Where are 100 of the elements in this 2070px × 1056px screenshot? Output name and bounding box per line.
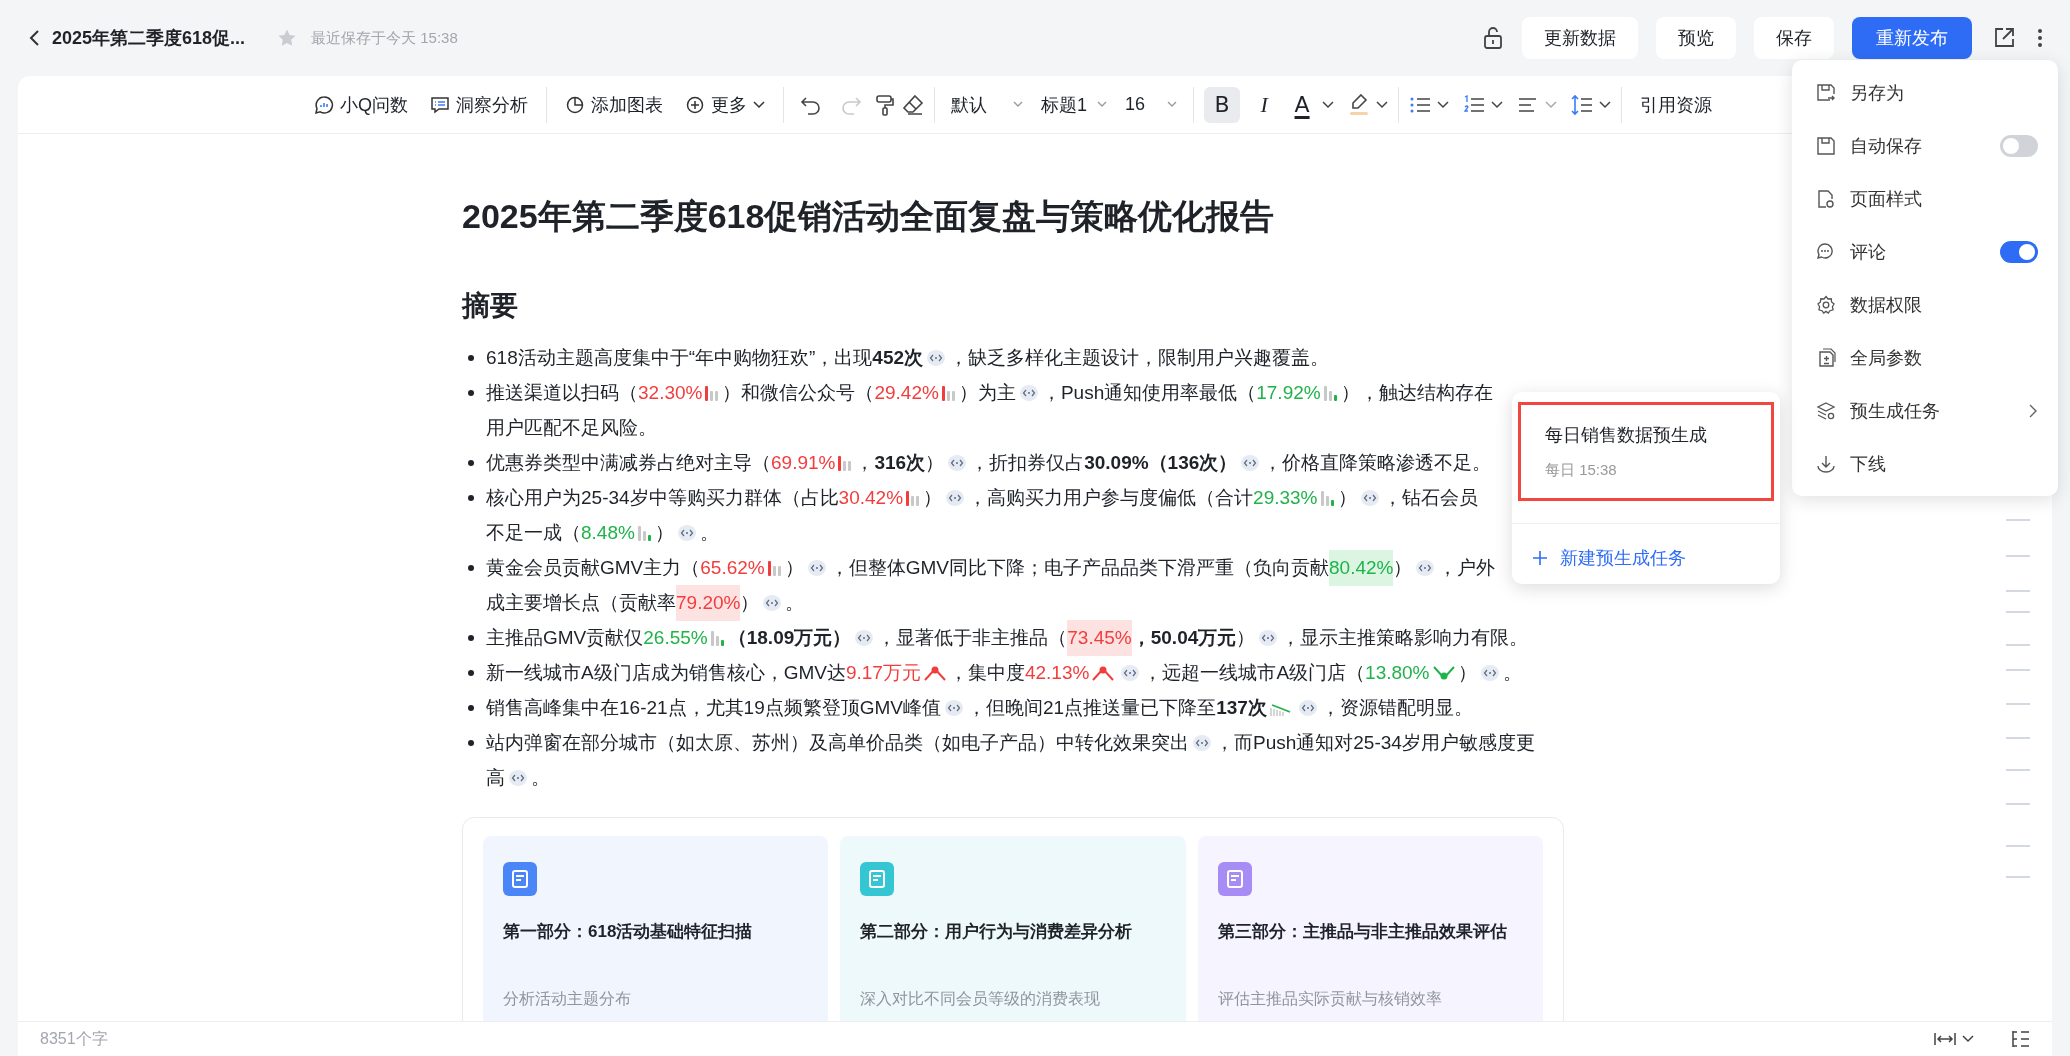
bullet-dot (468, 460, 474, 466)
toolbar-button[interactable]: 小Q问数 (306, 86, 416, 123)
bullet-text: 优惠券类型中满减券占绝对主导（ (486, 450, 771, 475)
reference-icon[interactable] (1241, 454, 1260, 471)
reference-icon[interactable] (948, 454, 967, 471)
reference-icon[interactable] (946, 489, 965, 506)
menu-item[interactable]: 另存为 (1816, 72, 2038, 113)
reference-icon[interactable] (945, 699, 963, 716)
menu-item[interactable]: 数据权限 (1816, 284, 2038, 325)
bar-chart-icon (710, 629, 725, 646)
menu-item[interactable]: 评论 (1816, 231, 2000, 272)
reference-icon[interactable] (807, 559, 826, 576)
new-task-button[interactable]: 新建预生成任务 (1532, 546, 1686, 570)
section-title: 第一部分：618活动基础特征扫描 (503, 921, 754, 943)
reference-icon[interactable] (677, 524, 696, 541)
cite-resources-button[interactable]: 引用资源 (1632, 86, 1721, 123)
bar-chart-icon (906, 489, 921, 506)
document-title: 2025年第二季度618促... (52, 27, 246, 50)
comment-icon (1816, 241, 1836, 262)
italic-button[interactable]: I (1246, 86, 1283, 123)
numbered-list-icon[interactable] (1463, 94, 1486, 115)
reference-icon[interactable] (1416, 559, 1435, 576)
metric-value: 17.92% (1256, 380, 1321, 405)
metric-value: 29.33% (1253, 485, 1318, 510)
reference-icon[interactable] (1019, 384, 1038, 401)
section-card[interactable]: 第二部分：用户行为与消费差异分析 深入对比不同会员等级的消费表现 (840, 836, 1186, 1021)
share-icon[interactable] (1992, 26, 2016, 50)
menu-item[interactable]: 全局参数 (1816, 337, 2038, 378)
menu-item[interactable]: 自动保存 (1816, 125, 2000, 166)
menu-item[interactable]: 下线 (1816, 443, 2038, 484)
caret-icon (1376, 100, 1389, 109)
list-icon (430, 94, 450, 115)
bullet-text: ） (784, 555, 804, 580)
toggle-switch[interactable] (2000, 134, 2038, 157)
bullet-text: 成主要增长点（贡献率 (486, 590, 676, 615)
bullet-dot (468, 355, 474, 361)
format-select[interactable]: 默认 (945, 86, 1029, 123)
bullet-text: ） (925, 450, 945, 475)
format-select[interactable]: 16 (1119, 86, 1184, 123)
bullet-text: 推送渠道以扫码（ (486, 380, 638, 405)
metric-value: 32.30% (638, 380, 703, 405)
bullet-text: 。 (531, 765, 550, 790)
highlighter-icon[interactable] (1348, 92, 1371, 117)
menu-item[interactable]: 预生成任务 (1816, 390, 2028, 431)
bullet-text: ） (1393, 555, 1413, 580)
metric-value: 9.17万元 (845, 660, 921, 685)
eraser-icon[interactable] (902, 93, 924, 116)
bullet-text: ） (740, 590, 760, 615)
task-title: 每日销售数据预生成 (1545, 424, 1708, 447)
header-button[interactable]: 保存 (1754, 17, 1834, 59)
section-subtitle: 深入对比不同会员等级的消费表现 (860, 989, 1102, 1009)
format-select[interactable]: 标题1 (1035, 86, 1114, 123)
section-card[interactable]: 第一部分：618活动基础特征扫描 分析活动主题分布 (483, 836, 829, 1021)
toggle-switch[interactable] (2000, 240, 2038, 263)
fit-width-icon[interactable] (1934, 1031, 1956, 1047)
plus-circle-icon (685, 94, 705, 115)
reference-icon[interactable] (1480, 664, 1499, 681)
save-as-icon (1816, 82, 1836, 103)
line-height-icon[interactable] (1571, 93, 1594, 116)
more-icon[interactable] (2036, 26, 2044, 50)
metric-value: 137次 (1216, 695, 1267, 720)
bullet-text: 不足一成（ (486, 520, 581, 545)
section-subtitle: 评估主推品实际贡献与核销效率 (1217, 989, 1443, 1009)
task-item[interactable]: 每日销售数据预生成 每日 15:38 (1518, 402, 1774, 501)
reference-icon[interactable] (1360, 489, 1379, 506)
reference-icon[interactable] (1121, 664, 1140, 681)
bullet-text: 用户匹配不足风险。 (486, 415, 657, 440)
bullet-text: ， (855, 450, 875, 475)
reference-icon[interactable] (1298, 699, 1317, 716)
reference-icon[interactable] (927, 349, 946, 366)
header-button[interactable]: 预览 (1656, 17, 1736, 59)
bullet-text: ，高购买力用户参与度偏低（合计 (968, 485, 1254, 510)
toolbar-button[interactable]: 添加图表 (557, 86, 671, 123)
save-icon (1816, 135, 1836, 156)
reference-icon[interactable] (1259, 629, 1278, 646)
outline-icon[interactable] (2010, 1030, 2030, 1048)
reference-icon[interactable] (509, 769, 527, 786)
task-time: 每日 15:38 (1545, 461, 1618, 480)
paint-roller-icon[interactable] (874, 93, 896, 116)
lock-icon[interactable] (1482, 26, 1504, 50)
back-icon[interactable] (28, 28, 42, 48)
section-heading: 摘要 (462, 289, 519, 323)
menu-item[interactable]: 页面样式 (1816, 178, 2038, 219)
reference-icon[interactable] (1193, 734, 1211, 751)
bullet-text: 新一线城市A级门店成为销售核心，GMV达 (486, 660, 846, 685)
bullet-text: ）为主 (958, 380, 1016, 405)
section-card[interactable]: 第三部分：主推品与非主推品效果评估 评估主推品实际贡献与核销效率 (1197, 836, 1543, 1021)
font-color-button[interactable]: A (1288, 86, 1317, 123)
plus-icon (1532, 550, 1548, 566)
toolbar-button[interactable]: 洞察分析 (422, 86, 536, 123)
star-icon[interactable] (277, 28, 298, 48)
reference-icon[interactable] (763, 594, 782, 611)
reference-icon[interactable] (855, 629, 874, 646)
bullet-text: 核心用户为25-34岁中等购买力群体（占比 (486, 485, 839, 510)
header-button[interactable]: 更新数据 (1522, 17, 1638, 59)
header-button[interactable]: 重新发布 (1852, 17, 1972, 59)
toolbar-button[interactable]: 更多 (677, 86, 773, 123)
bold-button[interactable]: B (1204, 86, 1241, 123)
caret-icon (1491, 100, 1504, 109)
bullet-text: ） (1337, 485, 1357, 510)
